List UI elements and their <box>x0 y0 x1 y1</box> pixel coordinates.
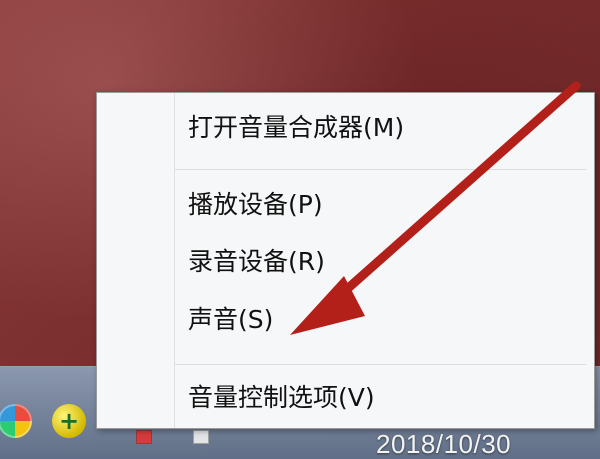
menu-item-sounds[interactable]: 声音(S) <box>188 300 273 340</box>
menu-item-playback-devices[interactable]: 播放设备(P) <box>188 185 323 225</box>
menu-item-recording-devices[interactable]: 录音设备(R) <box>188 242 325 282</box>
menu-separator <box>175 169 586 170</box>
menu-item-volume-control-options[interactable]: 音量控制选项(V) <box>188 378 375 418</box>
taskbar-clock-date[interactable]: 2018/10/30 <box>376 429 511 459</box>
menu-item-open-volume-mixer[interactable]: 打开音量合成器(M) <box>188 108 404 148</box>
tray-red-icon[interactable] <box>136 430 152 444</box>
plus-circle-icon[interactable]: + <box>52 404 86 438</box>
volume-context-menu: 打开音量合成器(M) 播放设备(P) 录音设备(R) 声音(S) 音量控制选项(… <box>96 92 595 429</box>
menu-gutter <box>174 93 175 428</box>
tray-window-icon[interactable] <box>193 430 209 444</box>
menu-separator <box>175 364 586 365</box>
